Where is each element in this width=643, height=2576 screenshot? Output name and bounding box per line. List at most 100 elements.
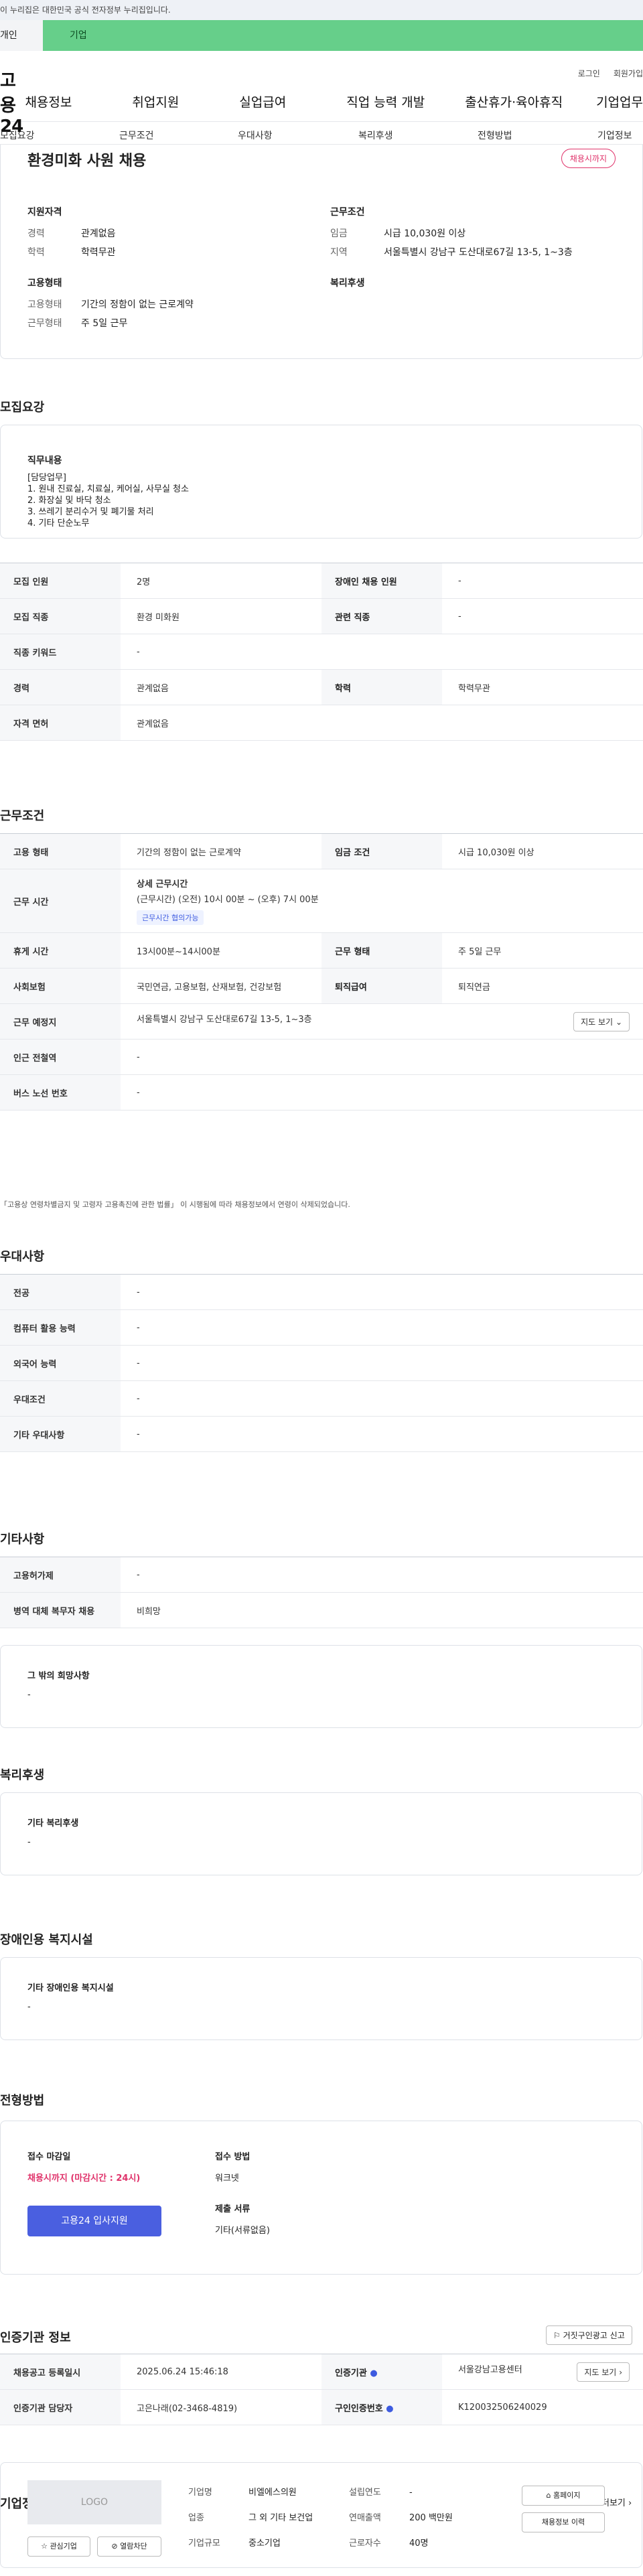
subnav-process[interactable]: 전형방법 [478,129,512,142]
fav-company-button[interactable]: ☆ 관심기업 [27,2536,90,2557]
summary-emp-type: 고용형태 기간의 정함이 없는 근로계약 [27,299,194,310]
time-detail-title: 상세 근무시간 [137,879,188,889]
method-label: 접수 방법 [215,2152,251,2162]
tab-personal[interactable]: 개인 [0,20,43,51]
block-icon: ⊘ [111,2542,118,2551]
gov-notice: 이 누리집은 대한민국 공식 전자정부 누리집입니다. [0,0,643,20]
tab-company[interactable]: 기업 [43,20,643,51]
chevron-right-icon: › [619,2367,622,2377]
info-icon[interactable]: ● [370,2368,377,2378]
etc-table: 고용허가제 - 병역 대체 복무자 채용 비희망 [0,1557,643,1628]
gnb-item-unemployment[interactable]: 실업급여 [239,92,286,111]
docs-value: 기타(서류없음) [215,2226,270,2236]
disability-value: - [27,2002,31,2012]
map-button[interactable]: 지도 보기 ⌄ [573,1011,630,1031]
chevron-down-icon: ⌄ [615,1017,622,1027]
hope-value: - [27,1690,31,1700]
table-row: 휴게 시간 13시00분~14시00분 근무 형태 주 5일 근무 [0,932,643,969]
work-table: 고용 형태 기간의 정함이 없는 근로계약 임금 조건 시급 10,030원 이상 근… [0,833,643,1111]
sub-nav: 모집요강 근무조건 우대사항 복리후생 전형방법 기업정보 [0,122,643,145]
table-row: 전공 - [0,1274,643,1310]
pref-title: 우대사항 [0,1250,45,1264]
status-badge: 채용시까지 [561,149,616,168]
subnav-work[interactable]: 근무조건 [119,129,154,142]
table-row: 모집 직종 환경 미화원 관련 직종 - [0,598,643,634]
disability-sub: 기타 장애인용 복지시설 [27,1983,114,1993]
cert-map-button[interactable]: 지도 보기 › [577,2362,630,2382]
welfare-value: - [27,1837,31,1847]
summary-welfare-title: 복리후생 [330,278,365,289]
gnb-item-parental-leave[interactable]: 출산휴가·육아휴직 [465,92,563,111]
table-row: 버스 노선 번호 - [0,1074,643,1111]
table-row: 경력 관계없음 학력 학력무관 [0,669,643,705]
gnb-item-jobs[interactable]: 채용정보 [25,92,72,111]
job-title-bar: 환경미화 사원 채용 채용시까지 [0,145,643,171]
table-row: 근무 시간 상세 근무시간 (근무시간) (오전) 10시 00분 ~ (오후)… [0,869,643,933]
welfare-title: 복리후생 [0,1768,45,1782]
table-row: 모집 인원 2명 장애인 채용 인원 - [0,563,643,599]
table-row: 인증기관 담당자 고은나래(02-3468-4819) 구인인증번호 ● K12003… [0,2389,643,2425]
hope-title: 그 밖의 희망사항 [27,1671,90,1681]
table-row: 병역 대체 복무자 채용 비희망 [0,1592,643,1628]
deadline-label: 접수 마감일 [27,2152,71,2162]
subnav-welfare[interactable]: 복리후생 [358,129,393,142]
table-row: 고용허가제 - [0,1557,643,1593]
info-icon[interactable]: ● [386,2404,393,2414]
table-row: 컴퓨터 활용 능력 - [0,1309,643,1346]
method-value: 워크넷 [215,2173,239,2184]
company-info-right: 설립연도 - 연매출액 200 백만원 근로자수 40명 [349,2488,453,2549]
table-row: 우대조건 - [0,1380,643,1417]
subnav-company[interactable]: 기업정보 [597,129,632,142]
docs-label: 제출 서류 [215,2204,251,2214]
global-nav: 고용24 채용정보 취업지원 실업급여 직업 능력 개발 출산휴가·육아휴직 기… [0,71,643,137]
duty-box: 직무내용 [담당업무] 1. 원내 진료실, 치료실, 케어실, 사무실 청소 2.… [0,425,642,539]
table-row: 직종 키워드 - [0,634,643,670]
welfare-box: 기타 복리후생 - [0,1792,642,1875]
time-negotiable-chip: 근무시간 협의가능 [137,910,204,925]
block-view-button[interactable]: ⊘ 열람차단 [97,2536,161,2557]
login-link[interactable]: 로그인 [578,68,600,79]
subnav-pref[interactable]: 우대사항 [238,129,273,142]
pref-table: 전공 - 컴퓨터 활용 능력 - 외국어 능력 - 우대조건 - 기타 우대사항 - [0,1274,643,1452]
report-button[interactable]: ⚐ 거짓구인광고 신고 [546,2325,632,2345]
time-detail: (근무시간) (오전) 10시 00분 ~ (오후) 7시 00분 [137,895,319,905]
recruit-title: 모집요강 [0,401,45,415]
process-title: 전형방법 [0,2094,45,2108]
signup-link[interactable]: 회원가입 [614,68,643,79]
summary-qual-title: 지원자격 [27,207,62,218]
job-history-button[interactable]: 채용정보 이력 [522,2512,605,2532]
job-title: 환경미화 사원 채용 [27,153,147,169]
summary-location: 지역 서울특별시 강남구 도산대로67길 13-5, 1~3층 [330,247,573,258]
table-row: 기타 우대사항 - [0,1416,643,1452]
disability-title: 장애인용 복지시설 [0,1933,93,1947]
table-row: 인근 전철역 - [0,1039,643,1075]
work-title: 근무조건 [0,809,45,823]
deadline-value: 채용시까지 (마감시간 : 24시) [27,2173,141,2184]
summary-emp-title: 고용형태 [27,278,62,289]
subnav-recruit[interactable]: 모집요강 [0,129,35,142]
cert-title: 인증기관 정보 [0,2331,71,2345]
disability-box: 기타 장애인용 복지시설 - [0,1957,642,2040]
recruit-table: 모집 인원 2명 장애인 채용 인원 - 모집 직종 환경 미화원 관련 직종 - 직종 키… [0,563,643,741]
summary-career: 경력 관계없음 [27,228,116,239]
summary-work-type: 근무형태 주 5일 근무 [27,318,128,329]
gnb-item-employment-support[interactable]: 취업지원 [132,92,179,111]
table-row: 근무 예정지 서울특별시 강남구 도산대로67길 13-5, 1~3층 지도 보기 … [0,1003,643,1040]
summary-cond-title: 근무조건 [330,207,365,218]
company-box: LOGO ☆ 관심기업 ⊘ 열람차단 기업명 비엘에스의원 업종 그 외 기타 보건… [0,2462,642,2568]
summary-education: 학력 학력무관 [27,247,116,258]
table-row: 사회보험 국민연금, 고용보험, 산재보험, 건강보험 퇴직급여 퇴직연금 [0,968,643,1004]
homepage-button[interactable]: ⌂ 홈페이지 [522,2486,605,2506]
age-note: 「고용상 연령차별금지 및 고령자 고용촉진에 관한 법률」 이 시행됨에 따라… [0,1200,350,1209]
gnb-item-training[interactable]: 직업 능력 개발 [346,92,425,111]
table-row: 외국어 능력 - [0,1345,643,1381]
company-info-left: 기업명 비엘에스의원 업종 그 외 기타 보건업 기업규모 중소기업 [188,2488,313,2549]
apply-button[interactable]: 고용24 입사지원 [27,2206,161,2236]
report-icon: ⚐ [553,2331,561,2340]
home-icon: ⌂ [546,2491,551,2500]
gnb-item-business[interactable]: 기업업무 [596,92,643,111]
table-row: 채용공고 등록일시 2025.06.24 15:46:18 인증기관 ● 서울강남고용… [0,2354,643,2390]
cert-table: 채용공고 등록일시 2025.06.24 15:46:18 인증기관 ● 서울강남고용… [0,2354,643,2425]
table-row: 고용 형태 기간의 정함이 없는 근로계약 임금 조건 시급 10,030원 이상 [0,833,643,869]
summary-wage: 임금 시급 10,030원 이상 [330,228,466,239]
